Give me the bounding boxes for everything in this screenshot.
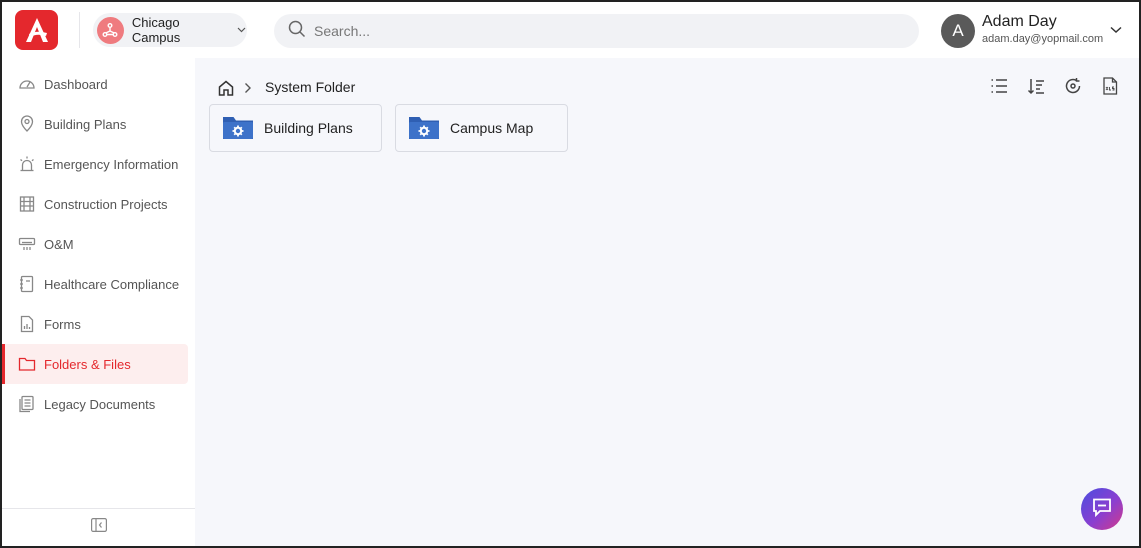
folder-card-label: Campus Map	[450, 120, 534, 136]
top-header: Chicago Campus A Adam Day adam.day@yopma…	[2, 2, 1139, 58]
folder-card-building-plans[interactable]: Building Plans	[209, 104, 382, 152]
alarm-light-icon	[18, 155, 36, 173]
app-window: Chicago Campus A Adam Day adam.day@yopma…	[0, 0, 1141, 548]
search-bar[interactable]	[274, 14, 919, 48]
sort-descending-icon	[1027, 77, 1045, 100]
user-avatar[interactable]: A	[941, 14, 975, 48]
chevron-down-icon	[237, 25, 247, 35]
sidebar-item-label: Healthcare Compliance	[44, 276, 180, 292]
search-input[interactable]	[314, 23, 874, 39]
folder-card-campus-map[interactable]: Campus Map	[395, 104, 568, 152]
sidebar-item-label: Folders & Files	[44, 356, 131, 372]
sidebar-collapse-icon[interactable]	[90, 518, 107, 537]
campus-selector[interactable]: Chicago Campus	[93, 13, 247, 47]
sidebar-item-om[interactable]: O&M	[2, 224, 188, 264]
sidebar-item-dashboard[interactable]: Dashboard	[2, 64, 188, 104]
notebook-icon	[18, 275, 36, 293]
sidebar-item-legacy-documents[interactable]: Legacy Documents	[2, 384, 188, 424]
refresh-gear-icon	[1064, 77, 1082, 100]
user-email: adam.day@yopmail.com	[982, 33, 1104, 45]
brand-logo-icon[interactable]	[15, 10, 58, 50]
sidebar-item-forms[interactable]: Forms	[2, 304, 188, 344]
map-pin-icon	[18, 115, 36, 133]
export-xls-button[interactable]	[1099, 76, 1121, 100]
campus-selector-label: Chicago Campus	[131, 15, 181, 45]
sidebar-footer	[2, 508, 195, 546]
user-name: Adam Day	[982, 13, 1057, 30]
list-view-button[interactable]	[988, 77, 1010, 99]
breadcrumb-home-icon[interactable]	[217, 79, 235, 97]
campus-network-icon	[97, 16, 124, 44]
user-menu-chevron-icon[interactable]	[1109, 24, 1123, 36]
breadcrumb-current: System Folder	[265, 79, 356, 95]
sidebar-item-healthcare-compliance[interactable]: Healthcare Compliance	[2, 264, 188, 304]
scaffold-icon	[18, 195, 36, 213]
gauge-icon	[18, 75, 36, 93]
sidebar-item-label: Legacy Documents	[44, 396, 156, 412]
system-folder-icon	[408, 115, 440, 141]
search-icon	[288, 20, 306, 43]
chat-bubble-icon	[1091, 496, 1113, 523]
sidebar-item-emergency-information[interactable]: Emergency Information	[2, 144, 188, 184]
system-folder-icon	[222, 115, 254, 141]
sidebar-item-folders-files[interactable]: Folders & Files	[2, 344, 188, 384]
sidebar-item-label: Forms	[44, 316, 81, 332]
chat-button[interactable]	[1081, 488, 1123, 530]
sidebar-item-label: Building Plans	[44, 116, 127, 132]
sidebar-item-label: O&M	[44, 236, 74, 252]
xls-file-icon	[1102, 76, 1118, 100]
documents-icon	[18, 395, 36, 413]
sidebar-item-building-plans[interactable]: Building Plans	[2, 104, 188, 144]
sidebar-item-label: Construction Projects	[44, 196, 168, 212]
header-divider	[79, 12, 80, 48]
sidebar-item-construction-projects[interactable]: Construction Projects	[2, 184, 188, 224]
sidebar-item-label: Emergency Information	[44, 156, 179, 172]
sidebar: Dashboard Building Plans Emergency Infor…	[2, 58, 195, 546]
sidebar-item-label: Dashboard	[44, 76, 108, 92]
folder-card-label: Building Plans	[264, 120, 353, 136]
air-conditioner-icon	[18, 235, 36, 253]
breadcrumb-chevron-right-icon	[244, 81, 256, 95]
refresh-settings-button[interactable]	[1062, 77, 1084, 99]
form-chart-icon	[18, 315, 36, 333]
list-view-icon	[990, 78, 1008, 99]
sort-button[interactable]	[1025, 77, 1047, 99]
folder-icon	[18, 355, 36, 373]
